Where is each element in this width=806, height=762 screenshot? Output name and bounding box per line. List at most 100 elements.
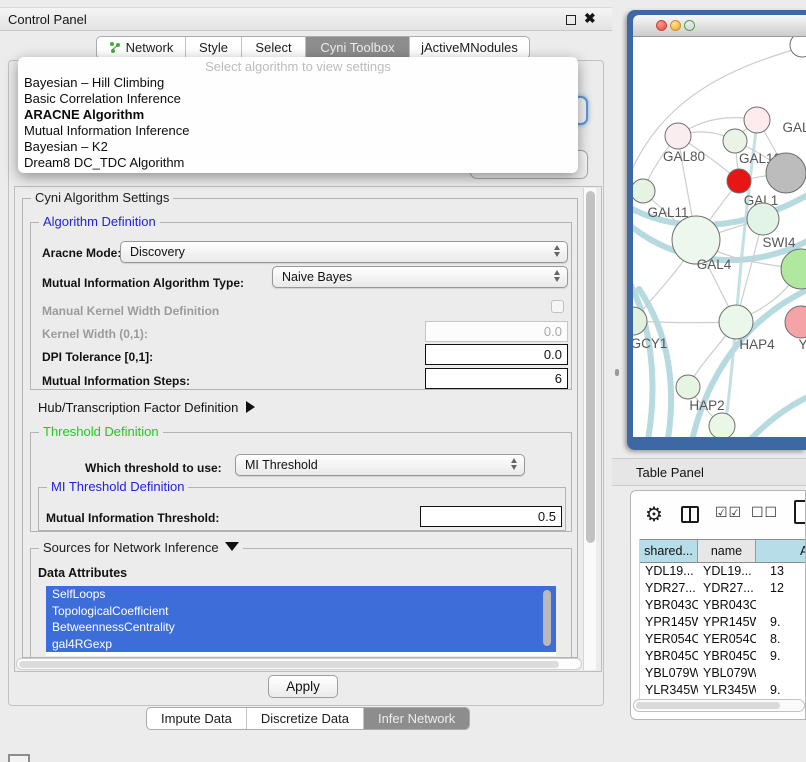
menu-item-aracne-algorithm[interactable]: ARACNE Algorithm (18, 107, 578, 123)
network-node-gal1[interactable] (727, 169, 751, 193)
column-header-shared[interactable]: shared... (640, 540, 698, 562)
column-layout-icon[interactable] (681, 506, 699, 523)
tab-infer-network[interactable]: Infer Network (363, 708, 469, 729)
network-node-swi4[interactable] (747, 203, 779, 235)
collapse-arrow-icon[interactable] (225, 542, 239, 551)
cyni-settings-group-title: Cyni Algorithm Settings (31, 190, 173, 205)
table-cell: 13 (756, 563, 806, 580)
menu-item-basic-correlation-inference[interactable]: Basic Correlation Inference (18, 91, 578, 107)
network-node-gal10[interactable] (723, 129, 747, 153)
table-row[interactable]: YER054CYER054C8. (640, 631, 806, 648)
tab-discretize-data[interactable]: Discretize Data (246, 708, 363, 729)
float-window-icon[interactable] (566, 15, 576, 25)
attribute-item-topologicalcoefficient[interactable]: TopologicalCoefficient (46, 603, 556, 620)
table-row[interactable]: YBL079WYBL079W (640, 665, 806, 682)
network-node[interactable] (781, 249, 806, 289)
deselect-all-checkboxes-icon[interactable]: ☐☐ (751, 504, 778, 521)
table-cell: YBR045C (698, 648, 756, 665)
network-icon (109, 41, 121, 54)
minimize-traffic-light-icon[interactable] (670, 20, 681, 31)
table-cell: YDR27... (640, 580, 698, 597)
settings-gear-icon[interactable]: ⚙ (645, 502, 663, 527)
kernel-width-label: Kernel Width (0,1): (42, 327, 148, 341)
network-canvas[interactable]: GALGAL80GAL10GAL1GAL11SWI4GAL4GCY1HAP4YH… (633, 37, 806, 437)
algorithm-dropdown-items: Bayesian – Hill ClimbingBasic Correlatio… (18, 75, 578, 171)
split-pane-divider-handle[interactable] (615, 369, 619, 376)
hub-definition-text: Hub/Transcription Factor Definition (38, 400, 238, 415)
table-cell: YDR27... (698, 580, 756, 597)
table-header: shared...nameA (640, 539, 806, 563)
tab-label: jActiveMNodules (421, 40, 518, 55)
network-node-hap2[interactable] (676, 375, 700, 399)
attribute-item-selfloops[interactable]: SelfLoops (46, 586, 556, 603)
menu-item-bayesian-hill-climbing[interactable]: Bayesian – Hill Climbing (18, 75, 578, 91)
settings-horizontal-scrollbar-thumb[interactable] (19, 661, 559, 668)
aracne-mode-select[interactable]: Discovery (120, 241, 568, 263)
table-horizontal-scrollbar-thumb[interactable] (636, 702, 780, 709)
mi-steps-field[interactable]: 6 (425, 368, 568, 389)
settings-vertical-scrollbar[interactable] (583, 188, 596, 670)
expand-arrow-icon[interactable] (246, 401, 255, 413)
tab-style[interactable]: Style (185, 37, 241, 58)
network-node-gal11[interactable] (633, 179, 655, 203)
network-node[interactable] (790, 37, 806, 57)
minimized-panel-icon[interactable] (8, 754, 30, 762)
table-row[interactable]: YDL19...YDL19...13 (640, 563, 806, 580)
table-cell: YBL079W (698, 665, 756, 682)
table-row[interactable]: YLR345WYLR345W9. (640, 682, 806, 699)
attribute-item-gal4rgexp[interactable]: gal4RGexp (46, 636, 556, 653)
table-horizontal-scrollbar[interactable] (633, 699, 805, 712)
tab-cyni-toolbox[interactable]: Cyni Toolbox (305, 37, 409, 58)
apply-button[interactable]: Apply (268, 675, 338, 698)
which-threshold-label: Which threshold to use: (85, 461, 222, 475)
close-traffic-light-icon[interactable] (656, 20, 667, 31)
tab-network[interactable]: Network (97, 37, 185, 58)
tab-jactivemnodules[interactable]: jActiveMNodules (409, 37, 529, 58)
network-window-titlebar[interactable] (633, 15, 806, 37)
manual-kernel-width-checkbox[interactable] (551, 300, 564, 313)
menu-item-bayesian-k2[interactable]: Bayesian – K2 (18, 139, 578, 155)
dpi-tolerance-field[interactable]: 0.0 (425, 344, 568, 365)
which-threshold-value: MI Threshold (245, 458, 318, 472)
table-cell (756, 597, 806, 614)
menu-item-dream8-dc-tdc-algorithm[interactable]: Dream8 DC_TDC Algorithm (18, 155, 578, 171)
select-all-checkboxes-icon[interactable]: ☑☑ (715, 504, 742, 521)
column-header-name[interactable]: name (698, 540, 756, 562)
column-header-a[interactable]: A (756, 540, 806, 562)
data-attributes-list[interactable]: SelfLoopsTopologicalCoefficientBetweenne… (46, 586, 556, 656)
settings-horizontal-scrollbar[interactable] (16, 658, 582, 670)
control-panel-title: Control Panel (8, 12, 87, 27)
control-panel-titlebar: Control Panel ✖ (0, 7, 612, 31)
table-rows: YDL19...YDL19...13YDR27...YDR27...12YBR0… (640, 563, 806, 716)
node-label: GAL80 (663, 149, 705, 164)
network-node-gal80[interactable] (665, 123, 691, 149)
attribute-item-betweennesscentrality[interactable]: BetweennessCentrality (46, 619, 556, 636)
document-icon[interactable] (794, 500, 806, 524)
which-threshold-select[interactable]: MI Threshold (235, 454, 525, 476)
tab-select[interactable]: Select (241, 37, 305, 58)
mi-threshold-field[interactable]: 0.5 (420, 506, 562, 527)
network-node-gal[interactable] (744, 107, 770, 133)
table-row[interactable]: YDR27...YDR27...12 (640, 580, 806, 597)
network-node[interactable] (766, 153, 806, 193)
network-node-y[interactable] (785, 306, 806, 338)
tab-impute-data[interactable]: Impute Data (147, 708, 246, 729)
table-cell: 8. (756, 631, 806, 648)
attribute-list-scrollbar-thumb[interactable] (543, 590, 551, 646)
zoom-traffic-light-icon[interactable] (684, 20, 695, 31)
mi-algorithm-type-select[interactable]: Naive Bayes (272, 266, 568, 288)
mi-threshold-label: Mutual Information Threshold: (46, 511, 219, 525)
table-row[interactable]: YPR145WYPR145W9. (640, 614, 806, 631)
hub-definition-label[interactable]: Hub/Transcription Factor Definition (38, 400, 255, 415)
network-node-hap4[interactable] (719, 305, 753, 339)
network-node[interactable] (709, 413, 735, 437)
table-row[interactable]: YBR045CYBR045C9. (640, 648, 806, 665)
node-label: GAL (782, 120, 806, 135)
settings-vertical-scrollbar-thumb[interactable] (586, 191, 595, 543)
menu-item-mutual-information-inference[interactable]: Mutual Information Inference (18, 123, 578, 139)
close-window-icon[interactable]: ✖ (584, 10, 596, 27)
table-cell: 9. (756, 614, 806, 631)
table-row[interactable]: YBR043CYBR043C (640, 597, 806, 614)
table-cell: YLR345W (640, 682, 698, 699)
table-row-gutter (631, 539, 640, 705)
